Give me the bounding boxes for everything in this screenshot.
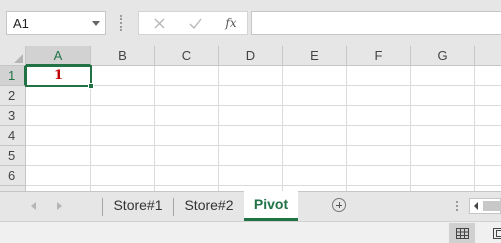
formula-input[interactable]	[251, 11, 501, 35]
sheet-tab-store1[interactable]: Store#1	[103, 192, 173, 220]
grid-cell[interactable]	[475, 166, 501, 186]
column-header-g[interactable]: G	[411, 46, 475, 66]
name-box[interactable]: A1	[6, 11, 106, 35]
grid-cell[interactable]	[411, 106, 475, 126]
check-icon	[189, 18, 202, 29]
add-sheet-icon[interactable]	[332, 198, 346, 212]
row-header-2[interactable]: 2	[0, 86, 26, 106]
grid-cell[interactable]	[219, 66, 283, 86]
formula-bar: A1 fx	[0, 0, 501, 46]
grid-cell[interactable]	[219, 126, 283, 146]
cancel-button[interactable]	[145, 13, 173, 33]
column-header-e[interactable]: E	[283, 46, 347, 66]
grid-cell[interactable]	[283, 66, 347, 86]
grid-cell[interactable]	[475, 66, 501, 86]
grid-cell[interactable]	[91, 86, 155, 106]
fill-handle[interactable]	[88, 83, 94, 89]
grid-cell[interactable]	[155, 106, 219, 126]
active-cell-a1[interactable]: 1	[25, 65, 92, 87]
grid-cell[interactable]	[347, 126, 411, 146]
column-header-f[interactable]: F	[347, 46, 411, 66]
row-header-5[interactable]: 5	[0, 146, 26, 166]
grid-cell[interactable]	[475, 86, 501, 106]
row-header-3[interactable]: 3	[0, 106, 26, 126]
column-header-d[interactable]: D	[219, 46, 283, 66]
grid-cell[interactable]	[219, 86, 283, 106]
grid-cell[interactable]	[26, 146, 91, 166]
grid-cell[interactable]	[26, 86, 91, 106]
grid-cell[interactable]	[91, 166, 155, 186]
grid-cell[interactable]	[411, 146, 475, 166]
grid-cell[interactable]	[411, 66, 475, 86]
grid-cell[interactable]	[91, 66, 155, 86]
grid-cell[interactable]	[155, 86, 219, 106]
column-header-partial[interactable]	[475, 46, 501, 66]
next-sheet-icon[interactable]	[57, 202, 62, 210]
grid-cell[interactable]	[91, 146, 155, 166]
grid-cell[interactable]	[411, 126, 475, 146]
grid-cell[interactable]	[26, 126, 91, 146]
grid-cell[interactable]	[91, 106, 155, 126]
grid-cell[interactable]	[347, 166, 411, 186]
scrollbar-thumb[interactable]	[483, 201, 501, 211]
formula-bar-resize-grip[interactable]	[120, 15, 124, 31]
select-all-button[interactable]	[0, 46, 26, 66]
grid-cell[interactable]	[283, 106, 347, 126]
status-bar	[0, 221, 501, 243]
grid-cell[interactable]	[91, 126, 155, 146]
page-layout-icon	[492, 227, 501, 239]
row-header-1[interactable]: 1	[0, 66, 26, 86]
grid-cell[interactable]	[347, 146, 411, 166]
worksheet-grid: A B C D E F G 1 2 3 4 5 6 1	[0, 46, 501, 191]
grid-cell[interactable]	[411, 166, 475, 186]
close-icon	[154, 18, 164, 28]
chevron-down-icon[interactable]	[92, 21, 100, 26]
grid-cell[interactable]	[155, 146, 219, 166]
select-all-triangle-icon	[14, 54, 23, 63]
sheet-tab-store2[interactable]: Store#2	[174, 192, 244, 220]
column-header-a[interactable]: A	[26, 46, 91, 66]
grid-cell[interactable]	[475, 146, 501, 166]
grid-cell[interactable]	[347, 86, 411, 106]
enter-button[interactable]	[181, 13, 209, 33]
row-header-4[interactable]: 4	[0, 126, 26, 146]
grid-cell[interactable]	[155, 66, 219, 86]
tab-split-grip[interactable]	[456, 201, 460, 211]
name-box-value: A1	[13, 16, 29, 31]
row-header-6[interactable]: 6	[0, 166, 26, 186]
normal-view-icon	[455, 227, 469, 239]
normal-view-button[interactable]	[449, 223, 475, 243]
sheet-tab-bar: Store#1 Store#2 Pivot	[0, 191, 501, 221]
grid-cell[interactable]	[347, 66, 411, 86]
grid-cell[interactable]	[219, 166, 283, 186]
insert-function-button[interactable]: fx	[217, 13, 245, 33]
grid-cell[interactable]	[411, 86, 475, 106]
grid-cell[interactable]	[475, 106, 501, 126]
scroll-left-icon[interactable]	[474, 202, 478, 210]
grid-cell[interactable]	[219, 106, 283, 126]
grid-cell[interactable]	[155, 126, 219, 146]
column-header-b[interactable]: B	[91, 46, 155, 66]
page-layout-view-button[interactable]	[486, 223, 501, 243]
column-header-c[interactable]: C	[155, 46, 219, 66]
grid-cell[interactable]	[283, 166, 347, 186]
grid-cell[interactable]	[475, 126, 501, 146]
function-icon: fx	[225, 16, 237, 30]
formula-buttons: fx	[138, 11, 248, 35]
grid-cell[interactable]	[283, 146, 347, 166]
horizontal-scrollbar[interactable]	[469, 198, 501, 214]
grid-cell[interactable]	[283, 86, 347, 106]
grid-cell[interactable]	[347, 106, 411, 126]
grid-cell[interactable]	[26, 106, 91, 126]
prev-sheet-icon[interactable]	[31, 202, 36, 210]
grid-cell[interactable]	[283, 126, 347, 146]
grid-cell[interactable]	[26, 166, 91, 186]
grid-cell[interactable]	[219, 146, 283, 166]
sheet-tab-pivot[interactable]: Pivot	[244, 191, 298, 221]
grid-cell[interactable]	[155, 166, 219, 186]
